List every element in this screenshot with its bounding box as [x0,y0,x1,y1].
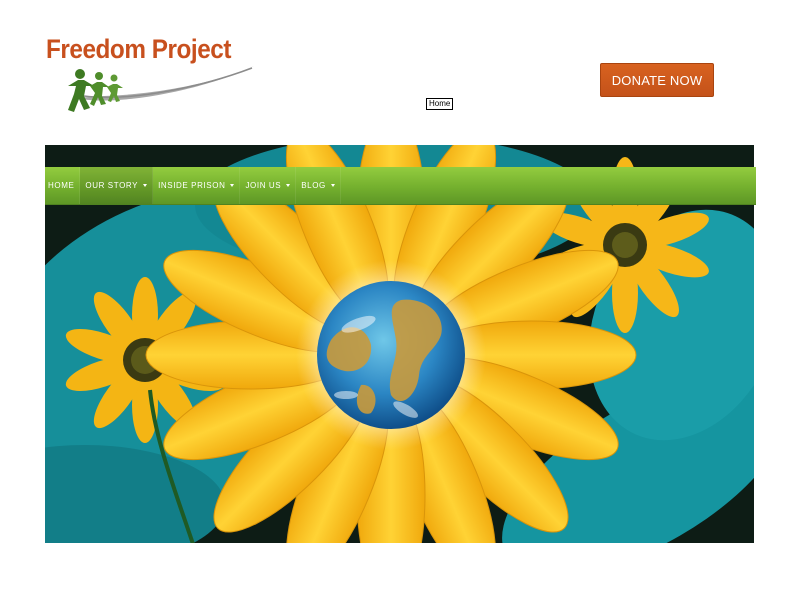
nav-home-label: HOME [48,181,75,190]
nav-join-us-label: JOIN US [245,181,282,190]
main-navigation: HOME OUR STORY INSIDE PRISON JOIN US BLO… [45,167,756,205]
home-link[interactable]: Home [426,98,454,110]
nav-our-story[interactable]: OUR STORY [80,167,154,204]
people-swoosh-icon [68,66,254,112]
nav-blog[interactable]: BLOG [296,167,341,204]
nav-join-us[interactable]: JOIN US [240,167,297,204]
chevron-down-icon [286,184,291,187]
chevron-down-icon [143,184,148,187]
donate-now-button[interactable]: DONATE NOW [600,63,714,97]
nav-home[interactable]: HOME [45,167,81,204]
nav-inside-prison-label: INSIDE PRISON [158,181,226,190]
chevron-down-icon [330,184,335,187]
site-logo[interactable]: Freedom Project [44,34,259,124]
nav-inside-prison[interactable]: INSIDE PRISON [153,167,241,204]
chevron-down-icon [230,184,235,187]
nav-our-story-label: OUR STORY [85,181,139,190]
nav-blog-label: BLOG [301,181,326,190]
